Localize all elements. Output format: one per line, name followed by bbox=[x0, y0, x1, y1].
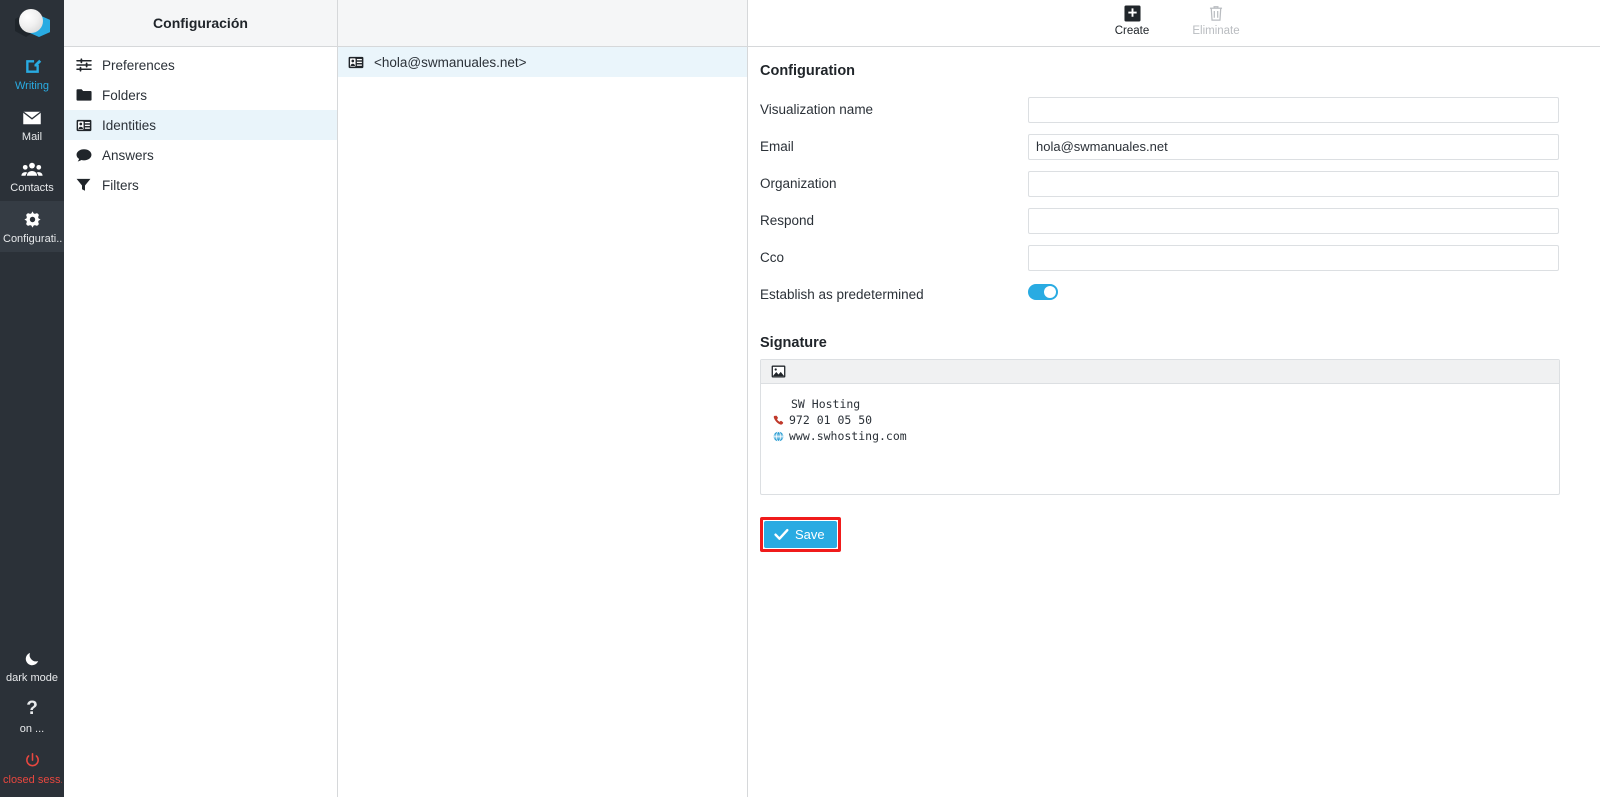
sidebar-item-identities[interactable]: Identities bbox=[64, 110, 337, 140]
globe-icon bbox=[773, 430, 789, 442]
app-window: Writing Mail Contacts Configurati... dar… bbox=[0, 0, 1600, 797]
predetermined-toggle[interactable] bbox=[1028, 284, 1058, 300]
rail-item-dark-mode[interactable]: dark mode bbox=[0, 640, 64, 691]
page-title: Configuración bbox=[153, 15, 248, 31]
sidebar-item-label: Filters bbox=[102, 177, 139, 193]
field-row-visualization-name: Visualization name bbox=[760, 91, 1600, 128]
configuration-heading: Configuration bbox=[760, 63, 856, 79]
sidebar-item-label: Preferences bbox=[102, 57, 175, 73]
funnel-icon bbox=[76, 178, 102, 192]
sidebar-item-label: Identities bbox=[102, 117, 157, 133]
identity-detail-panel: Create Eliminate Configuration Visualiza… bbox=[748, 0, 1600, 797]
rail-item-help[interactable]: ? on ... bbox=[0, 691, 64, 742]
sliders-icon bbox=[76, 58, 102, 72]
signature-content[interactable]: SW Hosting 972 01 05 50 www.swhosting.co… bbox=[761, 384, 1559, 494]
create-button-label: Create bbox=[1114, 25, 1150, 37]
rail-item-label: Configurati... bbox=[3, 233, 62, 245]
field-row-organization: Organization bbox=[760, 165, 1600, 202]
organization-input[interactable] bbox=[1028, 170, 1559, 197]
organization-label: Organization bbox=[760, 176, 837, 191]
save-button[interactable]: Save bbox=[764, 521, 837, 548]
check-icon bbox=[774, 528, 789, 541]
identities-list: <hola@swmanuales.net> bbox=[338, 47, 747, 77]
id-card-icon bbox=[76, 119, 102, 132]
signature-line-website: www.swhosting.com bbox=[773, 428, 1547, 444]
sidebar-item-preferences[interactable]: Preferences bbox=[64, 50, 337, 80]
field-row-respond: Respond bbox=[760, 202, 1600, 239]
settings-menu: Preferences Folders Identities Answers F… bbox=[64, 47, 337, 200]
rail-item-configuration[interactable]: Configurati... bbox=[0, 201, 64, 252]
id-card-icon bbox=[348, 56, 374, 69]
speech-bubble-icon bbox=[76, 148, 102, 162]
identity-label: <hola@swmanuales.net> bbox=[374, 54, 527, 70]
visualization-name-input[interactable] bbox=[1028, 96, 1559, 123]
phone-icon bbox=[773, 415, 789, 426]
save-button-label: Save bbox=[795, 527, 825, 542]
respond-label: Respond bbox=[760, 213, 815, 228]
signature-line-text: www.swhosting.com bbox=[789, 429, 907, 443]
identity-form: Configuration Visualization name Email O… bbox=[748, 47, 1600, 552]
question-icon: ? bbox=[26, 698, 38, 719]
signature-line-text: SW Hosting bbox=[791, 397, 861, 411]
eliminate-button[interactable]: Eliminate bbox=[1185, 4, 1247, 37]
field-row-predetermined: Establish as predetermined bbox=[760, 276, 1600, 313]
respond-input[interactable] bbox=[1028, 207, 1559, 234]
field-row-email: Email bbox=[760, 128, 1600, 165]
rail-item-contacts[interactable]: Contacts bbox=[0, 150, 64, 201]
rail-item-writing[interactable]: Writing bbox=[0, 48, 64, 99]
signature-line-phone: 972 01 05 50 bbox=[773, 412, 1547, 428]
sidebar-item-folders[interactable]: Folders bbox=[64, 80, 337, 110]
rail-item-label: Mail bbox=[21, 131, 43, 143]
rail-item-label: closed sess... bbox=[3, 774, 62, 786]
toggle-knob bbox=[1044, 286, 1056, 298]
predetermined-label: Establish as predetermined bbox=[760, 287, 924, 302]
signature-toolbar bbox=[761, 360, 1559, 384]
list-item[interactable]: <hola@swmanuales.net> bbox=[338, 47, 747, 77]
email-field[interactable] bbox=[1028, 133, 1559, 160]
settings-panel-header: Configuración bbox=[64, 0, 337, 47]
rail-item-label: on ... bbox=[19, 723, 45, 735]
signature-line-company: SW Hosting bbox=[773, 396, 1547, 412]
rail-item-label: Contacts bbox=[10, 182, 54, 194]
signature-line-text: 972 01 05 50 bbox=[789, 413, 873, 427]
rail-item-logout[interactable]: closed sess... bbox=[0, 742, 64, 793]
cco-input[interactable] bbox=[1028, 244, 1559, 271]
trash-icon bbox=[1185, 4, 1247, 23]
insert-image-icon[interactable] bbox=[771, 365, 786, 378]
save-button-highlight: Save bbox=[760, 517, 841, 552]
eliminate-button-label: Eliminate bbox=[1192, 25, 1240, 37]
left-nav-rail: Writing Mail Contacts Configurati... dar… bbox=[0, 0, 64, 797]
contacts-icon bbox=[2, 157, 62, 179]
sidebar-item-filters[interactable]: Filters bbox=[64, 170, 337, 200]
cco-label: Cco bbox=[760, 250, 785, 265]
moon-icon bbox=[2, 647, 62, 669]
power-icon bbox=[2, 749, 62, 771]
identities-panel-header bbox=[338, 0, 747, 47]
create-button[interactable]: Create bbox=[1101, 4, 1163, 37]
main-toolbar: Create Eliminate bbox=[748, 0, 1600, 47]
rail-spacer bbox=[0, 252, 64, 640]
sidebar-item-label: Answers bbox=[102, 147, 154, 163]
rail-item-label: Writing bbox=[14, 80, 50, 92]
settings-panel: Configuración Preferences Folders Identi… bbox=[64, 0, 338, 797]
visualization-name-label: Visualization name bbox=[760, 102, 874, 117]
compose-icon bbox=[2, 55, 62, 77]
gear-icon bbox=[2, 208, 62, 230]
email-label: Email bbox=[760, 139, 794, 154]
rail-item-label: dark mode bbox=[6, 672, 58, 684]
signature-heading: Signature bbox=[760, 335, 827, 351]
signature-editor: SW Hosting 972 01 05 50 www.swhosting.co… bbox=[760, 359, 1560, 495]
field-row-cco: Cco bbox=[760, 239, 1600, 276]
sidebar-item-answers[interactable]: Answers bbox=[64, 140, 337, 170]
identities-list-panel: <hola@swmanuales.net> bbox=[338, 0, 748, 797]
app-logo bbox=[0, 0, 64, 48]
envelope-icon bbox=[2, 106, 62, 128]
sidebar-item-label: Folders bbox=[102, 87, 148, 103]
rail-bottom-group: dark mode ? on ... closed sess... bbox=[0, 640, 64, 797]
folder-icon bbox=[76, 88, 102, 102]
rail-item-mail[interactable]: Mail bbox=[0, 99, 64, 150]
plus-square-icon bbox=[1101, 4, 1163, 23]
